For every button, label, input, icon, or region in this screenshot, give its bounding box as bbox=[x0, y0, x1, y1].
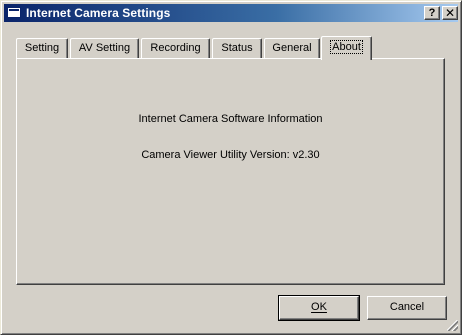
cancel-button-label: Cancel bbox=[389, 301, 425, 313]
about-panel: Internet Camera Software Information Cam… bbox=[16, 58, 445, 285]
version-text: Camera Viewer Utility Version: v2.30 bbox=[141, 149, 320, 161]
tab-general[interactable]: General bbox=[264, 38, 320, 58]
ok-button-label: OK bbox=[311, 301, 327, 313]
cancel-button[interactable]: Cancel bbox=[367, 296, 447, 320]
tab-label: Recording bbox=[150, 42, 201, 54]
title-bar[interactable]: Internet Camera Settings ? ✕ bbox=[4, 4, 458, 22]
tab-recording[interactable]: Recording bbox=[141, 38, 210, 58]
tab-label: About bbox=[330, 40, 363, 54]
tab-label: General bbox=[272, 42, 312, 54]
tab-av-setting[interactable]: AV Setting bbox=[70, 38, 139, 58]
tab-about[interactable]: About bbox=[321, 36, 372, 60]
tab-setting[interactable]: Setting bbox=[16, 38, 68, 58]
software-info-heading: Internet Camera Software Information bbox=[138, 113, 323, 125]
resize-grip-icon[interactable] bbox=[447, 320, 458, 331]
window-title: Internet Camera Settings bbox=[26, 6, 171, 20]
ok-button[interactable]: OK bbox=[278, 295, 360, 321]
help-button[interactable]: ? bbox=[424, 6, 440, 20]
tab-label: AV Setting bbox=[78, 42, 131, 54]
window-app-icon bbox=[7, 7, 21, 18]
tab-status[interactable]: Status bbox=[212, 38, 262, 58]
tab-label: Setting bbox=[24, 42, 60, 54]
settings-dialog: Internet Camera Settings ? ✕ Setting AV … bbox=[0, 0, 462, 335]
tab-label: Status bbox=[221, 42, 253, 54]
close-button[interactable]: ✕ bbox=[442, 6, 458, 20]
